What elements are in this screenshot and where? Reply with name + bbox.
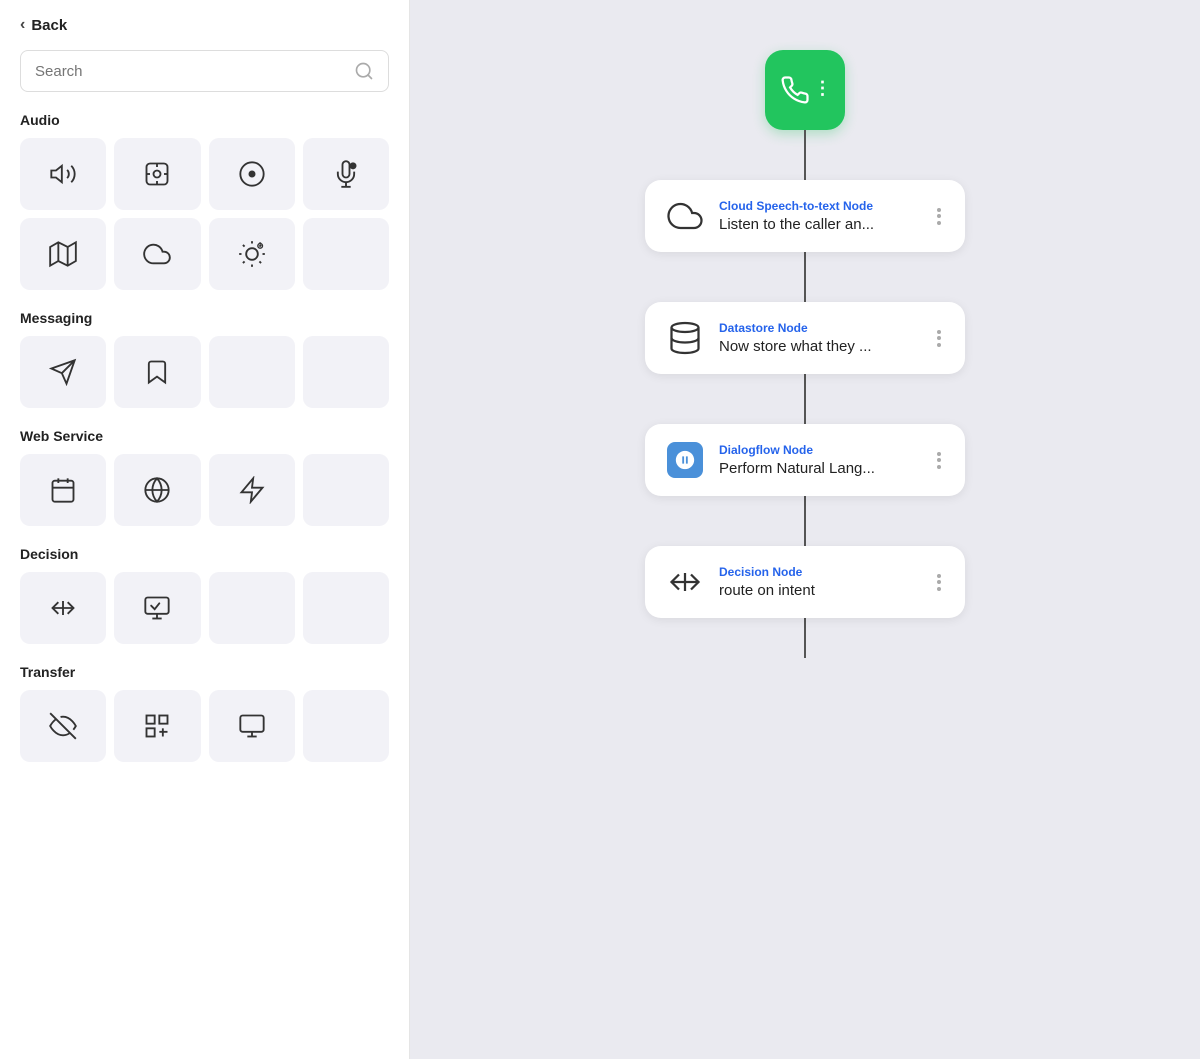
audio-volume-cell[interactable] (20, 138, 106, 210)
transfer-eye-off-cell[interactable] (20, 690, 106, 762)
search-icon (354, 61, 374, 81)
connector-4 (804, 496, 806, 546)
audio-circle-dot-cell[interactable] (209, 138, 295, 210)
messaging-grid (20, 336, 389, 408)
audio-record-settings-cell[interactable] (114, 138, 200, 210)
split-icon (49, 594, 77, 622)
monitor-flow-icon (143, 594, 171, 622)
cloud-speech-icon-wrapper (665, 196, 705, 236)
messaging-send-cell[interactable] (20, 336, 106, 408)
messaging-bookmark-cell[interactable] (114, 336, 200, 408)
decision-icon (667, 564, 703, 600)
microphone-icon (332, 160, 360, 188)
section-title-audio: Audio (20, 112, 389, 128)
search-box (20, 50, 389, 92)
transfer-empty1 (303, 690, 389, 762)
transfer-grid-cell[interactable] (114, 690, 200, 762)
web-service-calendar-cell[interactable] (20, 454, 106, 526)
section-title-web-service: Web Service (20, 428, 389, 444)
cloud-speech-content: Cloud Speech-to-text Node Listen to the … (719, 199, 919, 233)
datastore-content: Datastore Node Now store what they ... (719, 321, 919, 355)
flow-node-datastore[interactable]: Datastore Node Now store what they ... (645, 302, 965, 374)
dialogflow-menu[interactable] (933, 448, 945, 473)
phone-icon (780, 75, 810, 105)
audio-empty-cell (303, 218, 389, 290)
datastore-desc: Now store what they ... (719, 338, 919, 355)
canvas: ⋮ Cloud Speech-to-text Node Listen to th… (410, 0, 1200, 1059)
dialogflow-inner-icon (674, 449, 696, 471)
transfer-grid-icon (143, 712, 171, 740)
audio-sun-settings-cell[interactable] (209, 218, 295, 290)
web-service-bolt-cell[interactable] (209, 454, 295, 526)
start-node-dots: ⋮ (814, 78, 831, 99)
cloud-speech-menu[interactable] (933, 204, 945, 229)
search-input[interactable] (35, 63, 346, 80)
dialogflow-desc: Perform Natural Lang... (719, 460, 919, 477)
datastore-icon-wrapper (665, 318, 705, 358)
messaging-empty1 (209, 336, 295, 408)
section-title-messaging: Messaging (20, 310, 389, 326)
decision-content: Decision Node route on intent (719, 565, 919, 599)
decision-menu[interactable] (933, 570, 945, 595)
record-settings-icon (143, 160, 171, 188)
cloud-icon (143, 240, 171, 268)
dialogflow-icon (667, 442, 703, 478)
section-title-transfer: Transfer (20, 664, 389, 680)
decision-empty1 (209, 572, 295, 644)
decision-monitor-flow-cell[interactable] (114, 572, 200, 644)
web-service-grid (20, 454, 389, 526)
transfer-monitor-cell[interactable] (209, 690, 295, 762)
decision-split-cell[interactable] (20, 572, 106, 644)
dialogflow-icon-wrapper (665, 440, 705, 480)
decision-icon-wrapper (665, 562, 705, 602)
map-icon (49, 240, 77, 268)
cloud-speech-icon (667, 198, 703, 234)
start-node[interactable]: ⋮ (765, 50, 845, 130)
audio-microphone-cell[interactable] (303, 138, 389, 210)
datastore-menu[interactable] (933, 326, 945, 351)
back-label: Back (31, 17, 67, 34)
send-icon (49, 358, 77, 386)
back-arrow-icon: ‹ (20, 16, 25, 34)
calendar-icon (49, 476, 77, 504)
section-title-decision: Decision (20, 546, 389, 562)
connector-1 (804, 130, 806, 180)
audio-cloud-cell[interactable] (114, 218, 200, 290)
volume-icon (49, 160, 77, 188)
connector-5 (804, 618, 806, 658)
eye-off-icon (49, 712, 77, 740)
transfer-grid (20, 690, 389, 762)
sidebar: ‹ Back Audio (0, 0, 410, 1059)
flow-node-cloud-speech[interactable]: Cloud Speech-to-text Node Listen to the … (645, 180, 965, 252)
dialogflow-type: Dialogflow Node (719, 443, 919, 457)
cloud-speech-desc: Listen to the caller an... (719, 216, 919, 233)
audio-map-cell[interactable] (20, 218, 106, 290)
monitor-icon (238, 712, 266, 740)
datastore-type: Datastore Node (719, 321, 919, 335)
sun-settings-icon (238, 240, 266, 268)
globe-icon (143, 476, 171, 504)
web-service-globe-cell[interactable] (114, 454, 200, 526)
connector-2 (804, 252, 806, 302)
decision-type: Decision Node (719, 565, 919, 579)
cloud-speech-type: Cloud Speech-to-text Node (719, 199, 919, 213)
dialogflow-content: Dialogflow Node Perform Natural Lang... (719, 443, 919, 477)
bookmark-icon (143, 358, 171, 386)
decision-grid (20, 572, 389, 644)
decision-empty2 (303, 572, 389, 644)
decision-desc: route on intent (719, 582, 919, 599)
audio-grid (20, 138, 389, 290)
datastore-icon (667, 320, 703, 356)
bolt-icon (238, 476, 266, 504)
connector-3 (804, 374, 806, 424)
flow-node-dialogflow[interactable]: Dialogflow Node Perform Natural Lang... (645, 424, 965, 496)
flow-node-decision[interactable]: Decision Node route on intent (645, 546, 965, 618)
web-service-empty1 (303, 454, 389, 526)
back-button[interactable]: ‹ Back (20, 16, 389, 34)
circle-dot-icon (238, 160, 266, 188)
flow-container: ⋮ Cloud Speech-to-text Node Listen to th… (645, 30, 965, 658)
messaging-empty2 (303, 336, 389, 408)
